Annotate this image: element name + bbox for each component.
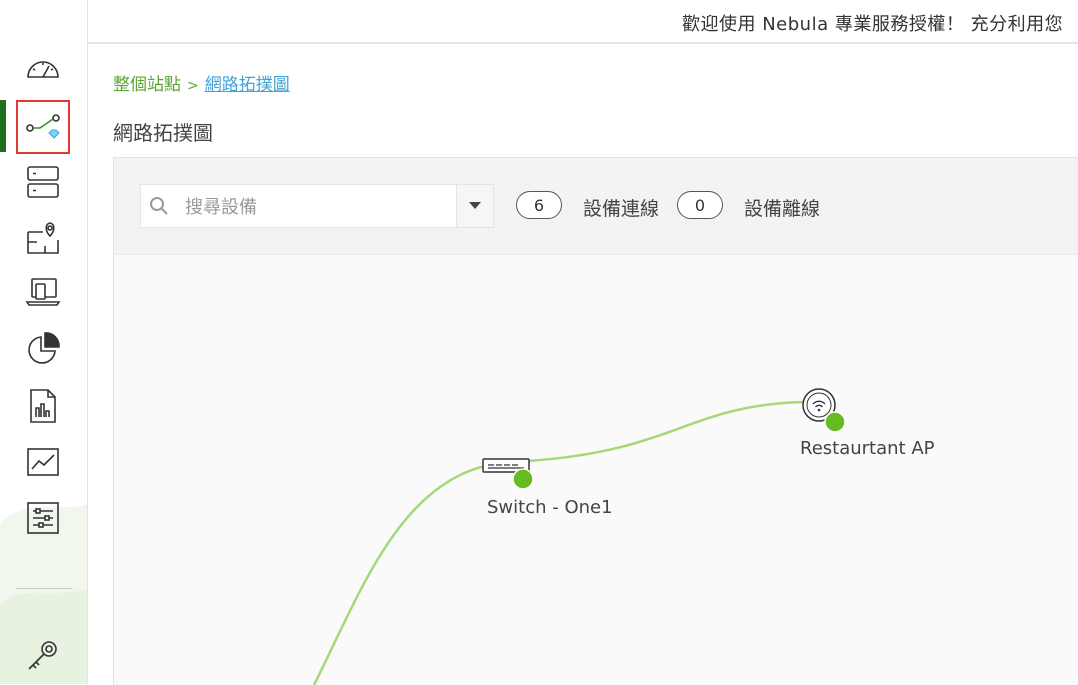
pie-chart-icon — [28, 332, 60, 364]
topology-icon — [26, 114, 60, 139]
settings-sliders-icon — [27, 502, 59, 534]
sidebar — [0, 0, 88, 684]
link-switch-to-ap — [508, 400, 805, 464]
offline-count-badge[interactable]: 0 — [677, 191, 723, 219]
breadcrumb: 整個站點 > 網路拓撲圖 — [113, 70, 290, 95]
welcome-banner[interactable]: 歡迎使用 Nebula 專業服務授權！ 充分利用您 — [682, 10, 1063, 36]
ap-label: Restaurtant AP — [800, 438, 935, 459]
sidebar-item-reports[interactable] — [16, 379, 70, 433]
license-key-icon — [28, 641, 57, 670]
breadcrumb-current[interactable]: 網路拓撲圖 — [205, 75, 290, 95]
chevron-down-icon — [469, 202, 481, 209]
devices-icon — [27, 166, 59, 198]
clients-icon — [25, 278, 61, 306]
breadcrumb-separator: > — [187, 78, 199, 94]
ap-status-dot — [824, 411, 846, 433]
switch-node[interactable]: Switch - One1 — [482, 458, 613, 518]
switch-label: Switch - One1 — [487, 497, 613, 518]
sidebar-item-configure[interactable] — [16, 491, 70, 545]
sidebar-item-site-map[interactable] — [16, 211, 70, 265]
sidebar-item-dashboard[interactable] — [16, 42, 70, 96]
sidebar-item-topology[interactable] — [16, 100, 70, 154]
link-uplink-to-switch — [312, 460, 510, 685]
page-title: 網路拓撲圖 — [113, 121, 213, 145]
sidebar-item-license[interactable] — [16, 628, 70, 682]
sidebar-item-clients[interactable] — [16, 266, 70, 320]
site-map-icon — [27, 222, 59, 254]
line-chart-icon — [27, 448, 59, 476]
topology-panel: 6 設備連線 0 設備離線 Switch - One1 Restaurtant … — [113, 157, 1078, 685]
device-search — [140, 184, 494, 229]
online-count-badge[interactable]: 6 — [516, 191, 562, 219]
top-bar: 歡迎使用 Nebula 專業服務授權！ 充分利用您 — [88, 0, 1078, 44]
sidebar-divider — [16, 588, 72, 589]
active-indicator — [0, 100, 6, 152]
switch-status-dot — [512, 468, 534, 490]
breadcrumb-site[interactable]: 整個站點 — [113, 75, 181, 95]
access-point-node[interactable]: Restaurtant AP — [800, 388, 935, 459]
sidebar-item-monitor[interactable] — [16, 435, 70, 489]
dashboard-icon — [27, 61, 59, 78]
search-input[interactable] — [183, 185, 457, 229]
offline-label: 設備離線 — [744, 198, 821, 220]
topology-canvas[interactable]: Switch - One1 Restaurtant AP — [114, 255, 1078, 685]
search-dropdown-button[interactable] — [456, 185, 493, 227]
report-icon — [30, 389, 56, 423]
online-label: 設備連線 — [583, 198, 660, 220]
sidebar-item-devices[interactable] — [16, 155, 70, 209]
sidebar-item-analytics[interactable] — [16, 322, 70, 376]
topology-toolbar: 6 設備連線 0 設備離線 — [114, 158, 1078, 255]
search-icon — [150, 197, 168, 215]
